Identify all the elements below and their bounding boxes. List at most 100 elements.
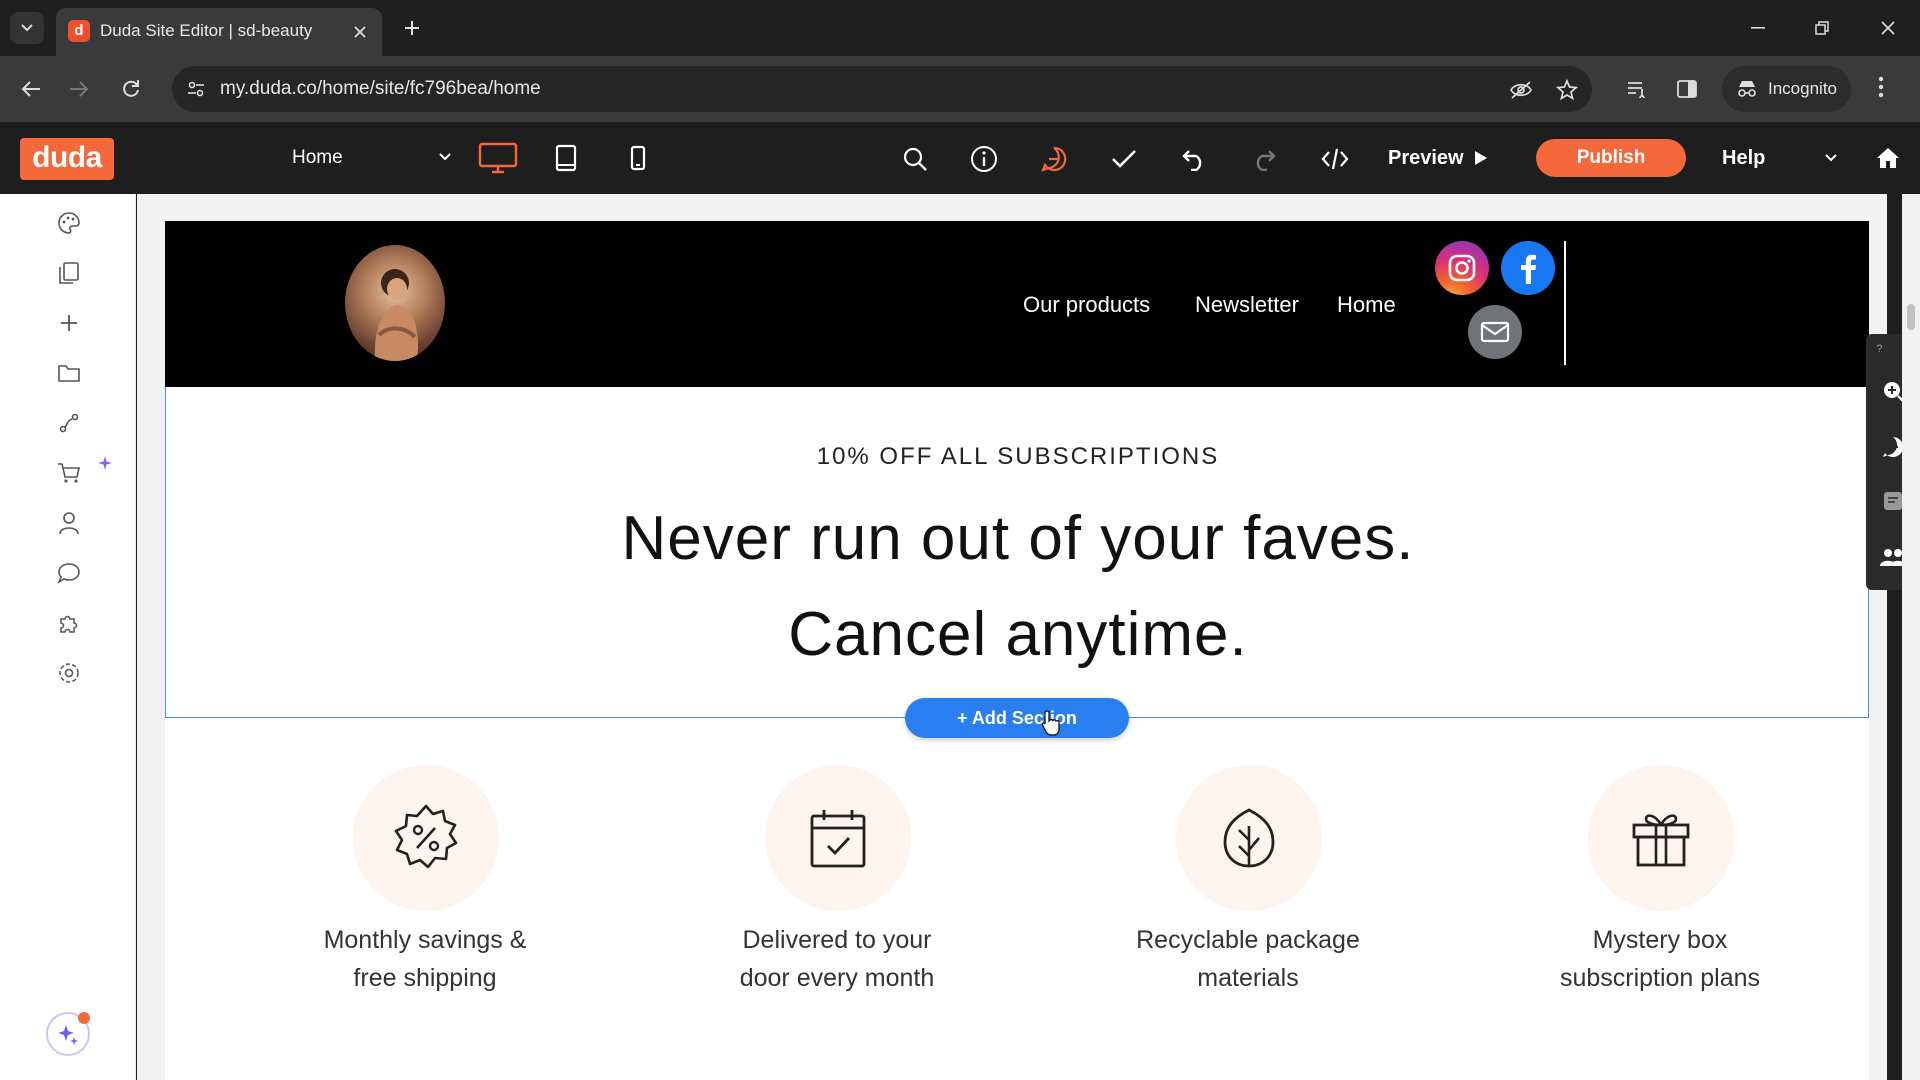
comments-button[interactable] bbox=[1035, 140, 1073, 178]
sidebar-item-design[interactable] bbox=[52, 206, 86, 240]
feature-item[interactable]: Delivered to your door every month bbox=[647, 761, 1027, 1021]
help-menu-button[interactable]: Help bbox=[1722, 142, 1838, 174]
minimize-button[interactable] bbox=[1738, 10, 1778, 46]
help-question-icon[interactable]: ? bbox=[1876, 343, 1882, 355]
feature-item[interactable]: Recyclable package materials bbox=[1058, 761, 1438, 1021]
hero-title-line-1: Never run out of your faves. bbox=[621, 504, 1415, 573]
tab-title: Duda Site Editor | sd-beauty bbox=[100, 21, 313, 40]
arrow-right-icon bbox=[70, 81, 89, 97]
feature-line: subscription plans bbox=[1559, 964, 1761, 992]
settings-icon bbox=[59, 663, 79, 683]
undo-button[interactable] bbox=[1175, 140, 1213, 178]
percent-badge-icon bbox=[394, 804, 458, 869]
email-button[interactable] bbox=[1468, 305, 1522, 359]
restore-button[interactable] bbox=[1802, 10, 1842, 46]
hero-eyebrow: 10% OFF ALL SUBSCRIPTIONS bbox=[816, 443, 1220, 470]
calendar-check-icon bbox=[810, 810, 866, 868]
site-page: Our products Newsletter Home 10% OFF ALL… bbox=[165, 221, 1869, 1080]
header-divider bbox=[1564, 241, 1566, 365]
add-section-button[interactable]: + Add Section bbox=[905, 698, 1129, 738]
incognito-indicator[interactable]: Incognito bbox=[1722, 66, 1851, 112]
side-panel-icon[interactable] bbox=[1670, 72, 1704, 106]
undo-icon bbox=[1182, 150, 1202, 171]
reload-icon bbox=[123, 80, 139, 97]
facebook-button[interactable] bbox=[1501, 241, 1555, 295]
search-button[interactable] bbox=[896, 140, 934, 178]
nav-link-products[interactable]: Our products bbox=[1023, 291, 1150, 319]
close-icon bbox=[1881, 21, 1895, 35]
hero-section[interactable]: 10% OFF ALL SUBSCRIPTIONS Never run out … bbox=[165, 387, 1869, 718]
flow-icon bbox=[59, 413, 79, 433]
desktop-icon bbox=[478, 142, 518, 174]
sidebar-item-store[interactable] bbox=[52, 456, 86, 490]
sidebar-item-pages[interactable] bbox=[52, 256, 86, 290]
dashboard-home-button[interactable] bbox=[1870, 140, 1906, 176]
forward-button[interactable] bbox=[62, 72, 96, 106]
sparkle-icon bbox=[58, 1025, 78, 1045]
nav-link-newsletter[interactable]: Newsletter bbox=[1195, 291, 1299, 319]
hero-title: Never run out of your faves. Cancel anyt… bbox=[166, 491, 1870, 683]
eye-off-icon[interactable] bbox=[1508, 77, 1534, 103]
page-selector-value: Home bbox=[292, 147, 343, 168]
preview-button[interactable]: Preview bbox=[1388, 142, 1488, 174]
search-icon bbox=[903, 147, 927, 171]
notification-badge bbox=[78, 1012, 90, 1024]
nav-link-home[interactable]: Home bbox=[1337, 291, 1396, 319]
chevron-down-icon bbox=[439, 153, 451, 161]
sidebar-item-settings[interactable] bbox=[52, 656, 86, 690]
sparkle-icon bbox=[98, 456, 112, 470]
sidebar-item-content[interactable] bbox=[52, 356, 86, 390]
code-button[interactable] bbox=[1316, 140, 1354, 178]
feature-item[interactable]: Mystery box subscription plans bbox=[1470, 761, 1850, 1021]
back-button[interactable] bbox=[14, 72, 48, 106]
close-window-button[interactable] bbox=[1868, 10, 1908, 46]
sidebar-item-comments[interactable] bbox=[52, 556, 86, 590]
arrow-left-icon bbox=[21, 81, 40, 97]
feature-item[interactable]: Monthly savings & free shipping bbox=[235, 761, 615, 1021]
mobile-view-button[interactable] bbox=[616, 138, 660, 178]
feature-icon-circle bbox=[1176, 765, 1322, 911]
sidebar-item-add[interactable] bbox=[52, 306, 86, 340]
preview-label: Preview bbox=[1388, 146, 1464, 169]
palette-icon bbox=[58, 212, 80, 234]
tablet-view-button[interactable] bbox=[544, 138, 588, 178]
restore-icon bbox=[1815, 21, 1829, 35]
site-header[interactable]: Our products Newsletter Home bbox=[165, 221, 1869, 387]
folder-icon bbox=[58, 365, 80, 382]
bookmark-star-icon[interactable] bbox=[1554, 77, 1580, 103]
browser-menu-button[interactable] bbox=[1878, 76, 1884, 98]
redo-button[interactable] bbox=[1245, 140, 1283, 178]
sidebar-item-flows[interactable] bbox=[52, 406, 86, 440]
feature-icon-circle bbox=[1588, 765, 1734, 911]
feature-line: door every month bbox=[739, 964, 935, 992]
cart-icon bbox=[58, 463, 80, 483]
address-bar[interactable]: my.duda.co/home/site/fc796bea/home bbox=[172, 66, 1592, 112]
check-button[interactable] bbox=[1105, 140, 1143, 178]
mail-icon bbox=[1480, 321, 1510, 343]
hero-title-line-2: Cancel anytime. bbox=[788, 600, 1248, 669]
code-icon bbox=[1321, 148, 1349, 170]
sidebar-item-members[interactable] bbox=[52, 506, 86, 540]
publish-button[interactable]: Publish bbox=[1536, 139, 1686, 177]
desktop-view-button[interactable] bbox=[476, 138, 520, 178]
site-settings-icon[interactable] bbox=[186, 79, 206, 99]
new-tab-button[interactable] bbox=[398, 14, 426, 42]
sidebar-item-apps[interactable] bbox=[52, 606, 86, 640]
facebook-icon bbox=[1521, 254, 1536, 284]
pages-icon bbox=[59, 262, 79, 284]
page-selector[interactable]: Home bbox=[292, 142, 452, 174]
tab-close-button[interactable] bbox=[348, 20, 372, 44]
browser-tab-bar: d Duda Site Editor | sd-beauty bbox=[0, 0, 1920, 56]
browser-tab[interactable]: d Duda Site Editor | sd-beauty bbox=[56, 8, 382, 56]
home-icon bbox=[1877, 148, 1899, 168]
duda-logo[interactable]: duda bbox=[20, 138, 114, 180]
tab-list-button[interactable] bbox=[10, 12, 44, 44]
site-logo-image[interactable] bbox=[345, 245, 445, 361]
info-button[interactable] bbox=[965, 140, 1003, 178]
canvas-scrollbar[interactable] bbox=[1902, 194, 1920, 1080]
mobile-icon bbox=[630, 145, 646, 171]
reload-button[interactable] bbox=[114, 72, 148, 106]
media-controls-icon[interactable] bbox=[1620, 72, 1654, 106]
scrollbar-thumb[interactable] bbox=[1907, 304, 1915, 330]
instagram-button[interactable] bbox=[1435, 241, 1489, 295]
